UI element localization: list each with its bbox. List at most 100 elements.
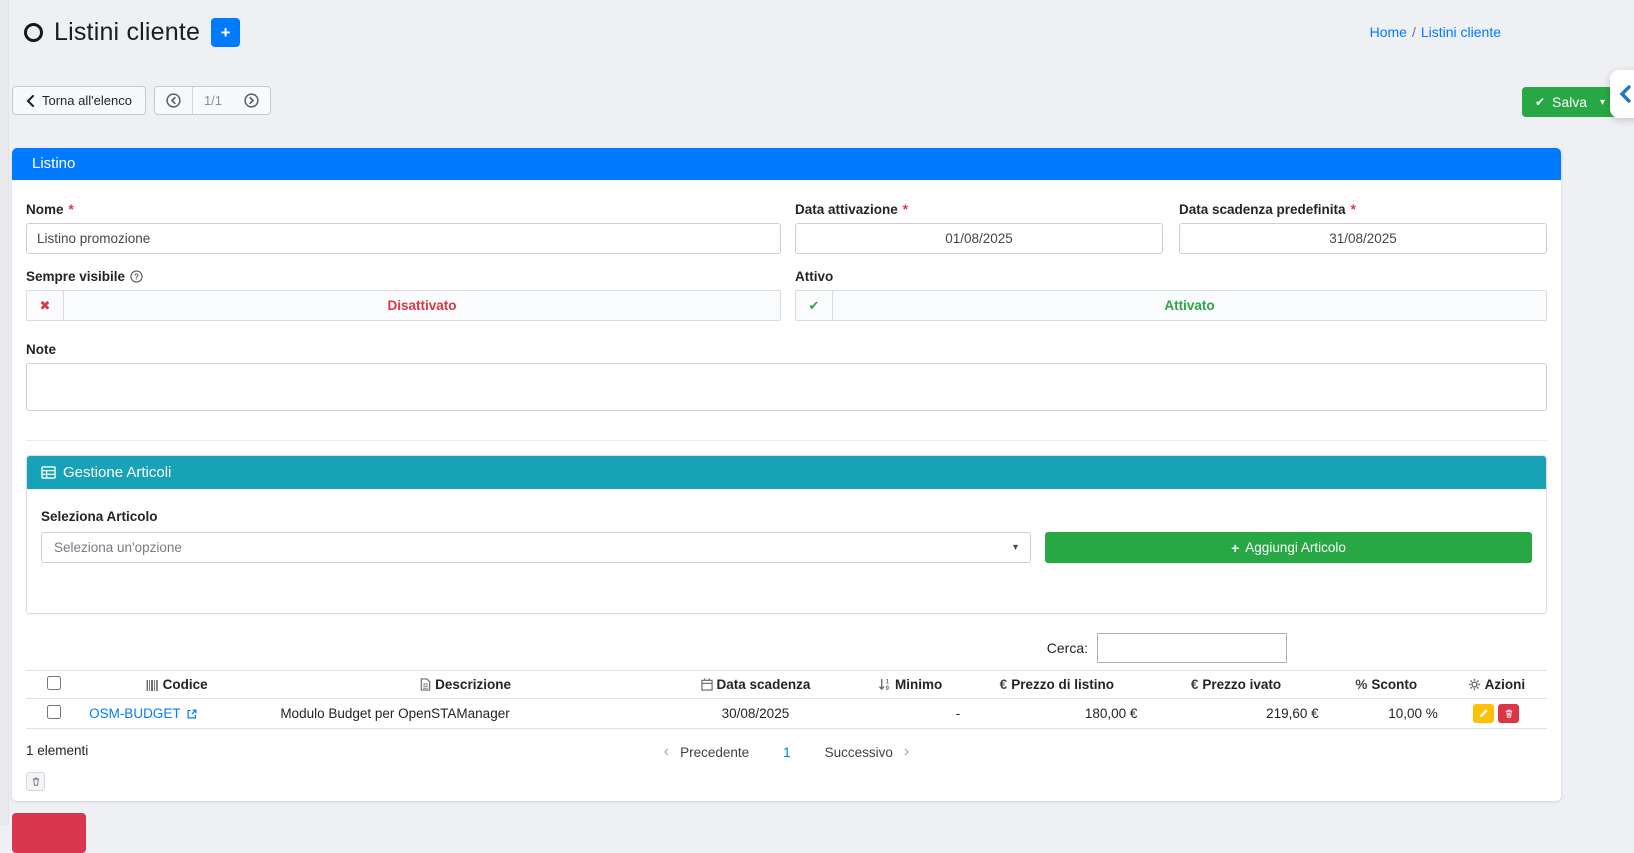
record-page-indicator: 1/1 — [191, 87, 233, 114]
add-record-button[interactable]: + — [211, 18, 241, 47]
column-sconto[interactable]: % Sconto — [1326, 670, 1446, 699]
file-icon — [420, 678, 431, 691]
data-attivazione-input[interactable] — [795, 223, 1163, 254]
svg-text:1: 1 — [886, 680, 890, 686]
codice-link[interactable]: OSM-BUDGET — [89, 706, 198, 721]
table-icon — [41, 466, 56, 479]
back-to-list-button[interactable]: Torna all'elenco — [12, 86, 146, 115]
gestione-articoli-title: Gestione Articoli — [63, 464, 172, 481]
module-circle-icon — [24, 23, 43, 42]
side-panel-toggle[interactable] — [1610, 70, 1634, 118]
page-header: Listini cliente + — [24, 18, 241, 47]
svg-text:?: ? — [134, 272, 139, 281]
aggiungi-articolo-label: Aggiungi Articolo — [1245, 540, 1346, 555]
aggiungi-articolo-button[interactable]: + Aggiungi Articolo — [1045, 532, 1532, 563]
listino-card-header: Listino — [12, 148, 1561, 180]
pagination-next[interactable]: Successivo — [823, 745, 895, 760]
row-checkbox[interactable] — [46, 705, 61, 719]
bulk-delete-button[interactable] — [26, 772, 45, 791]
breadcrumb-separator: / — [1411, 24, 1416, 40]
column-codice[interactable]: Codice — [81, 670, 273, 699]
pagination: ‹ Precedente 1 Successivo › — [655, 743, 919, 761]
sempre-visibile-toggle[interactable]: ✖ Disattivato — [26, 290, 781, 321]
listino-card: Listino Nome* Data attivazione* Data sca… — [12, 148, 1561, 801]
search-label: Cerca: — [1046, 640, 1088, 656]
note-textarea[interactable] — [26, 363, 1547, 411]
articolo-select[interactable]: Seleziona un'opzione ▾ — [41, 532, 1031, 563]
pagination-previous[interactable]: Precedente — [678, 745, 751, 760]
required-asterisk: * — [68, 202, 74, 217]
breadcrumb-home-link[interactable]: Home — [1370, 24, 1407, 40]
chevron-left-icon[interactable]: ‹ — [655, 743, 678, 761]
arrow-circle-left-icon — [166, 93, 181, 108]
articoli-table: Codice Descrizione Data scadenza 1 9 Minim… — [26, 670, 1547, 729]
euro-icon: € — [1190, 677, 1199, 692]
cogs-icon — [1468, 678, 1481, 691]
data-attivazione-label: Data attivazione * — [795, 202, 909, 217]
table-header-row: Codice Descrizione Data scadenza 1 9 Minim… — [26, 670, 1547, 699]
caret-down-icon: ▾ — [1012, 542, 1018, 553]
pagination-page-1[interactable]: 1 — [781, 745, 793, 760]
x-icon: ✖ — [27, 291, 64, 320]
chevron-left-icon — [26, 94, 35, 107]
plus-icon: + — [220, 23, 231, 42]
minimo-cell: - — [852, 698, 969, 729]
barcode-icon — [146, 680, 159, 691]
check-icon: ✔ — [1534, 95, 1545, 109]
gestione-articoli-card: Gestione Articoli Seleziona Articolo Sel… — [26, 455, 1547, 614]
edit-row-button[interactable] — [1473, 704, 1495, 723]
attivo-label: Attivo — [795, 269, 834, 284]
svg-text:9: 9 — [886, 686, 890, 691]
required-asterisk: * — [902, 202, 909, 217]
column-descrizione[interactable]: Descrizione — [272, 670, 659, 699]
breadcrumb-current-link[interactable]: Listini cliente — [1421, 24, 1501, 40]
section-divider — [26, 440, 1547, 441]
delete-row-button[interactable] — [1498, 704, 1520, 723]
column-prezzo-ivato[interactable]: € Prezzo ivato — [1145, 670, 1327, 699]
delete-record-button[interactable] — [12, 813, 86, 853]
prezzo-ivato-cell: 219,60 € — [1145, 698, 1327, 729]
table-search: Cerca: — [26, 633, 1547, 663]
select-all-checkbox[interactable] — [46, 676, 61, 690]
record-pager: 1/1 — [153, 86, 272, 115]
column-data-scadenza[interactable]: Data scadenza — [658, 670, 853, 699]
required-asterisk: * — [1350, 202, 1356, 217]
save-button-label: Salva — [1552, 94, 1588, 110]
column-minimo[interactable]: 1 9 Minimo — [852, 670, 969, 699]
chevron-right-icon[interactable]: › — [895, 743, 918, 761]
nome-label: Nome * — [26, 202, 74, 217]
percent-icon: % — [1355, 677, 1368, 692]
data-scadenza-predefinita-input[interactable] — [1179, 223, 1547, 254]
prezzo-listino-cell: 180,00 € — [968, 698, 1146, 729]
attivo-state: Attivato — [1164, 298, 1215, 313]
pencil-icon — [1478, 708, 1489, 719]
search-input[interactable] — [1097, 633, 1287, 663]
record-toolbar: Torna all'elenco 1/1 — [12, 86, 272, 115]
nome-input[interactable] — [26, 223, 781, 254]
trash-icon — [1504, 708, 1514, 719]
descrizione-cell: Modulo Budget per OpenSTAManager — [272, 698, 659, 729]
previous-record-button[interactable] — [155, 87, 192, 114]
euro-icon: € — [999, 677, 1008, 692]
data-scadenza-cell: 30/08/2025 — [658, 698, 853, 729]
sempre-visibile-label: Sempre visibile ? — [26, 269, 781, 284]
external-link-icon — [186, 708, 198, 720]
sconto-cell: 10,00 % — [1326, 698, 1446, 729]
page-left-edge — [0, 0, 9, 825]
attivo-toggle[interactable]: ✔ Attivato — [795, 290, 1547, 321]
caret-down-icon: ▾ — [1600, 96, 1606, 108]
trash-icon — [31, 776, 41, 787]
next-record-button[interactable] — [233, 87, 270, 114]
arrow-circle-right-icon — [244, 93, 259, 108]
column-prezzo-listino[interactable]: € Prezzo di listino — [968, 670, 1146, 699]
sempre-visibile-state: Disattivato — [387, 298, 457, 313]
note-label: Note — [26, 342, 56, 357]
help-circle-icon: ? — [130, 270, 143, 283]
check-icon: ✔ — [796, 291, 833, 320]
save-button[interactable]: ✔ Salva ▾ — [1522, 87, 1618, 117]
table-row: OSM-BUDGET Modulo Budget per OpenSTAMana… — [26, 698, 1547, 729]
data-scadenza-predefinita-label: Data scadenza predefinita * — [1179, 202, 1356, 217]
back-to-list-label: Torna all'elenco — [42, 93, 132, 108]
results-count: 1 elementi — [26, 743, 89, 758]
plus-icon: + — [1231, 539, 1240, 556]
